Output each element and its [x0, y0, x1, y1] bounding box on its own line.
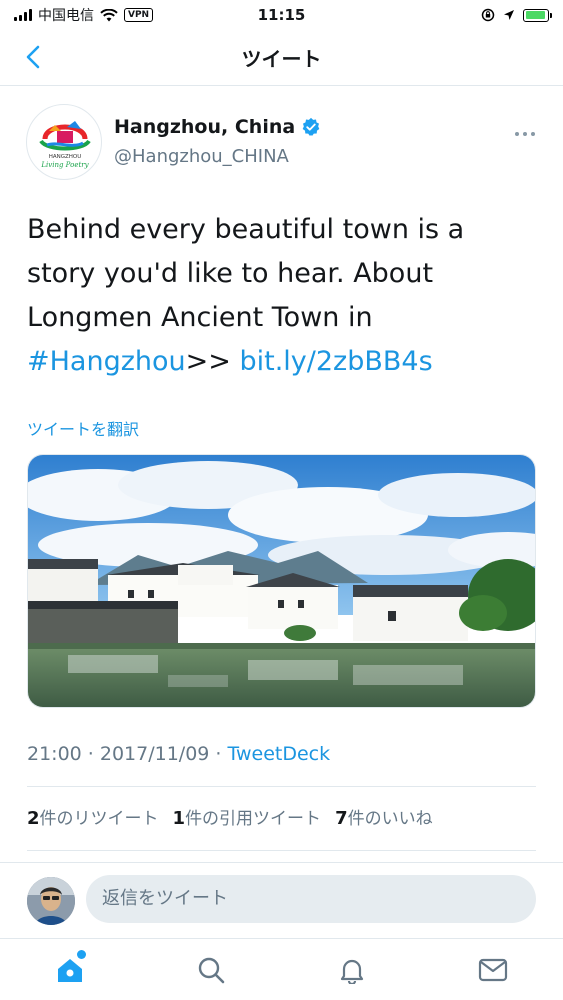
translate-tweet-link[interactable]: ツイートを翻訳 [27, 416, 139, 440]
notification-dot [77, 949, 87, 959]
vpn-badge: VPN [124, 8, 154, 22]
back-button[interactable] [18, 42, 48, 72]
retweets-label: 件のリツイート [39, 809, 159, 829]
tweet-author[interactable]: HANGZHOU Living Poetry Hangzhou, China @… [26, 104, 536, 184]
my-avatar [27, 877, 75, 925]
tab-search[interactable] [191, 950, 231, 990]
tweet-text-part1: Behind every beautiful town is a story y… [27, 214, 465, 333]
tweet-stats: 2件のリツイート 1件の引用ツイート 7件のいいね [27, 804, 433, 829]
status-bar: 中国电信 VPN 11:15 [0, 0, 563, 30]
profile-photo [27, 877, 75, 925]
divider [27, 850, 536, 851]
likes-label: 件のいいね [347, 809, 433, 829]
reply-bar: 返信をツイート [0, 862, 563, 938]
rotation-lock-icon [481, 8, 495, 22]
back-chevron-icon [26, 45, 40, 69]
hangzhou-logo-icon: HANGZHOU Living Poetry [39, 121, 91, 169]
quotes-label: 件の引用ツイート [185, 809, 322, 829]
carrier-label: 中国电信 [38, 8, 94, 24]
tweet-text: Behind every beautiful town is a story y… [27, 208, 527, 384]
status-left: 中国电信 VPN [14, 5, 154, 25]
tab-home[interactable] [50, 949, 90, 990]
author-name[interactable]: Hangzhou, China [114, 116, 321, 138]
status-right [481, 8, 552, 22]
tab-bar [0, 938, 563, 1000]
tab-notifications[interactable] [332, 950, 372, 990]
mail-icon [478, 958, 507, 981]
wifi-icon [100, 8, 118, 21]
bell-icon [340, 959, 363, 984]
more-button[interactable] [514, 118, 536, 142]
quotes-stat[interactable]: 1件の引用ツイート [173, 804, 322, 829]
author-name-text: Hangzhou, China [114, 116, 296, 138]
tweet-timestamp: 21:00 · 2017/11/09 · [27, 743, 228, 765]
author-avatar[interactable]: HANGZHOU Living Poetry [26, 104, 102, 180]
author-handle[interactable]: @Hangzhou_CHINA [114, 146, 289, 167]
quotes-count: 1 [172, 808, 186, 829]
location-icon [504, 10, 514, 20]
divider [27, 786, 536, 787]
logo-text-line2: Living Poetry [40, 161, 89, 169]
tweet-meta: 21:00 · 2017/11/09 · TweetDeck [27, 743, 330, 765]
retweets-stat[interactable]: 2件のリツイート [27, 804, 159, 829]
more-icon [515, 132, 535, 136]
tweet-photo[interactable] [27, 454, 536, 708]
nav-bar: ツイート [0, 30, 563, 86]
likes-stat[interactable]: 7件のいいね [335, 804, 433, 829]
via-link[interactable]: TweetDeck [228, 743, 331, 765]
search-icon [198, 957, 225, 983]
likes-count: 7 [335, 808, 348, 829]
reply-input[interactable]: 返信をツイート [86, 875, 536, 923]
longmen-town-photo [28, 455, 535, 707]
home-icon [58, 958, 83, 982]
tab-messages[interactable] [473, 950, 513, 990]
verified-badge-icon [302, 117, 320, 136]
url-link[interactable]: bit.ly/2zbBB4s [239, 346, 432, 377]
hashtag-link[interactable]: #Hangzhou [27, 346, 186, 377]
logo-text-line1: HANGZHOU [49, 154, 82, 160]
tweet-text-part2: >> [185, 346, 240, 377]
page-title: ツイート [241, 47, 322, 71]
battery-icon [523, 8, 552, 22]
signal-icon [14, 9, 32, 21]
retweets-count: 2 [27, 808, 40, 829]
